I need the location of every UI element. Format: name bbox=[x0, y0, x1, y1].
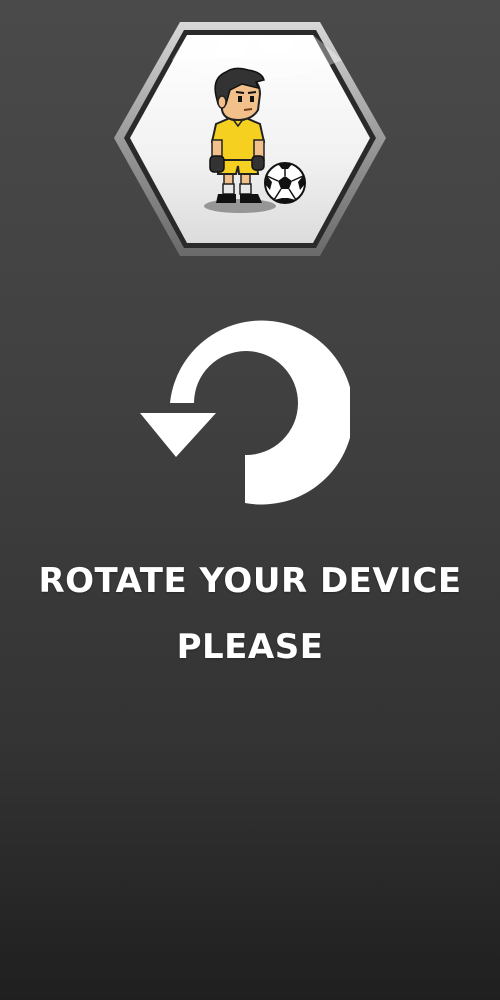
message-line-2: PLEASE bbox=[176, 627, 324, 667]
rotate-counterclockwise-arrow-icon bbox=[140, 320, 354, 505]
rotate-device-icon bbox=[130, 315, 354, 515]
game-logo bbox=[112, 20, 388, 260]
message-line-1: ROTATE YOUR DEVICE bbox=[38, 561, 462, 601]
soccer-player-hexagon-icon bbox=[114, 22, 386, 256]
rotate-message: ROTATE YOUR DEVICE PLEASE bbox=[0, 548, 500, 680]
